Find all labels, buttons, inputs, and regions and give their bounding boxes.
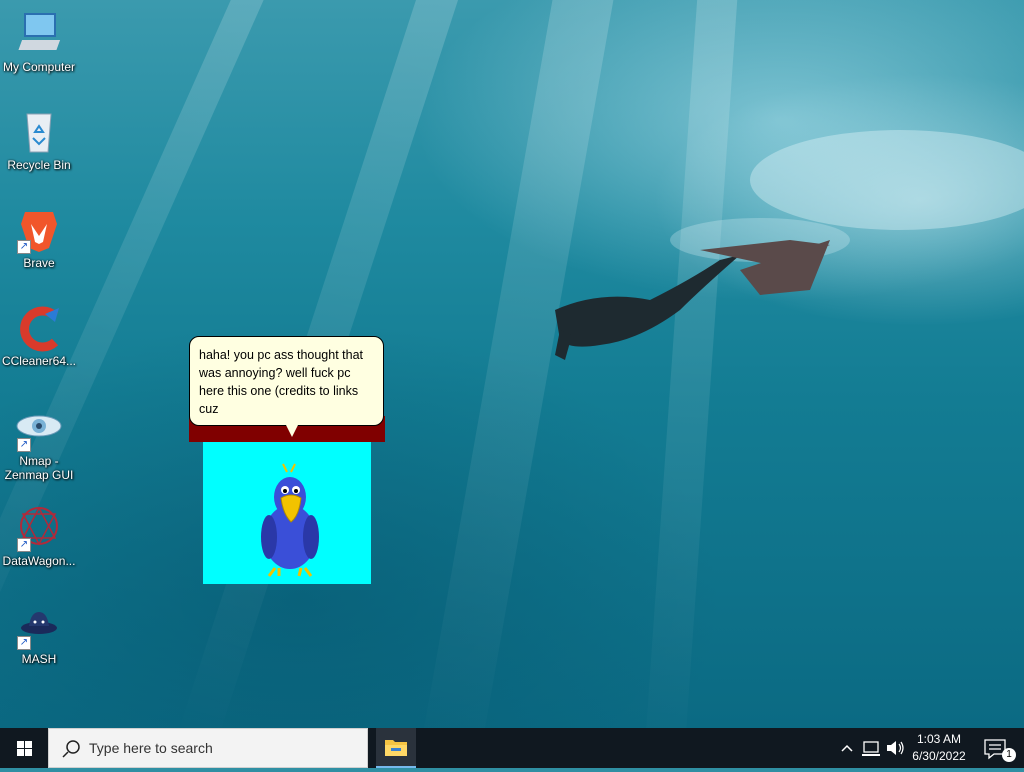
icon-label: Recycle Bin bbox=[7, 158, 71, 172]
brave-lion-icon: ↗ bbox=[15, 206, 63, 254]
shortcut-arrow-icon: ↗ bbox=[17, 438, 31, 452]
desktop-icon-nmap[interactable]: ↗ Nmap - Zenmap GUI bbox=[0, 404, 78, 482]
speech-text: haha! you pc ass thought that was annoyi… bbox=[199, 348, 364, 416]
icon-label: Brave bbox=[23, 256, 55, 270]
taskbar-file-explorer[interactable] bbox=[376, 728, 416, 768]
icon-label: Nmap - Zenmap GUI bbox=[4, 454, 74, 482]
icon-label: MASH bbox=[21, 652, 57, 666]
search-placeholder: Type here to search bbox=[89, 740, 213, 756]
desktop-icon-recycle-bin[interactable]: Recycle Bin bbox=[0, 108, 78, 172]
folder-icon bbox=[385, 740, 407, 756]
speech-bubble: haha! you pc ass thought that was annoyi… bbox=[189, 336, 384, 426]
icon-label: My Computer bbox=[2, 60, 76, 74]
ccleaner-icon bbox=[15, 304, 63, 352]
mash-hat-icon: ↗ bbox=[15, 602, 63, 650]
shortcut-arrow-icon: ↗ bbox=[17, 636, 31, 650]
start-button[interactable] bbox=[0, 728, 48, 768]
computer-icon bbox=[15, 10, 63, 58]
taskbar: Type here to search 1:03 AM 6/30/2022 1 bbox=[0, 728, 1024, 768]
clock-time: 1:03 AM bbox=[916, 732, 962, 746]
parrot-icon bbox=[261, 463, 319, 577]
agent-character-window[interactable] bbox=[203, 442, 371, 584]
recycle-bin-icon bbox=[15, 108, 63, 156]
windows-logo-icon bbox=[17, 741, 32, 756]
nmap-eye-icon: ↗ bbox=[15, 404, 63, 452]
shortcut-arrow-icon: ↗ bbox=[17, 240, 31, 254]
system-clock[interactable]: 1:03 AM 6/30/2022 bbox=[900, 731, 978, 765]
notification-count-badge: 1 bbox=[1002, 748, 1016, 762]
desktop-icon-brave[interactable]: ↗ Brave bbox=[0, 206, 78, 270]
notification-icon bbox=[984, 739, 1006, 760]
chevron-up-icon[interactable] bbox=[838, 728, 856, 768]
diver-image bbox=[555, 130, 1024, 360]
desktop-icon-datawagon[interactable]: ↗ DataWagon... bbox=[0, 504, 78, 568]
clock-date: 6/30/2022 bbox=[912, 749, 966, 763]
desktop-icon-mash[interactable]: ↗ MASH bbox=[0, 602, 78, 666]
desktop-wallpaper bbox=[0, 0, 1024, 728]
search-icon bbox=[62, 740, 80, 758]
speech-bubble-tail bbox=[286, 425, 298, 437]
icon-label: CCleaner64... bbox=[1, 354, 77, 368]
shortcut-arrow-icon: ↗ bbox=[17, 538, 31, 552]
desktop-icon-ccleaner[interactable]: CCleaner64... bbox=[0, 304, 78, 368]
icon-label: DataWagon... bbox=[2, 554, 76, 568]
datawagon-icon: ↗ bbox=[15, 504, 63, 552]
taskbar-search-box[interactable]: Type here to search bbox=[48, 728, 368, 768]
desktop-icon-my-computer[interactable]: My Computer bbox=[0, 10, 78, 74]
network-icon[interactable] bbox=[860, 728, 882, 768]
action-center-button[interactable]: 1 bbox=[980, 728, 1024, 768]
